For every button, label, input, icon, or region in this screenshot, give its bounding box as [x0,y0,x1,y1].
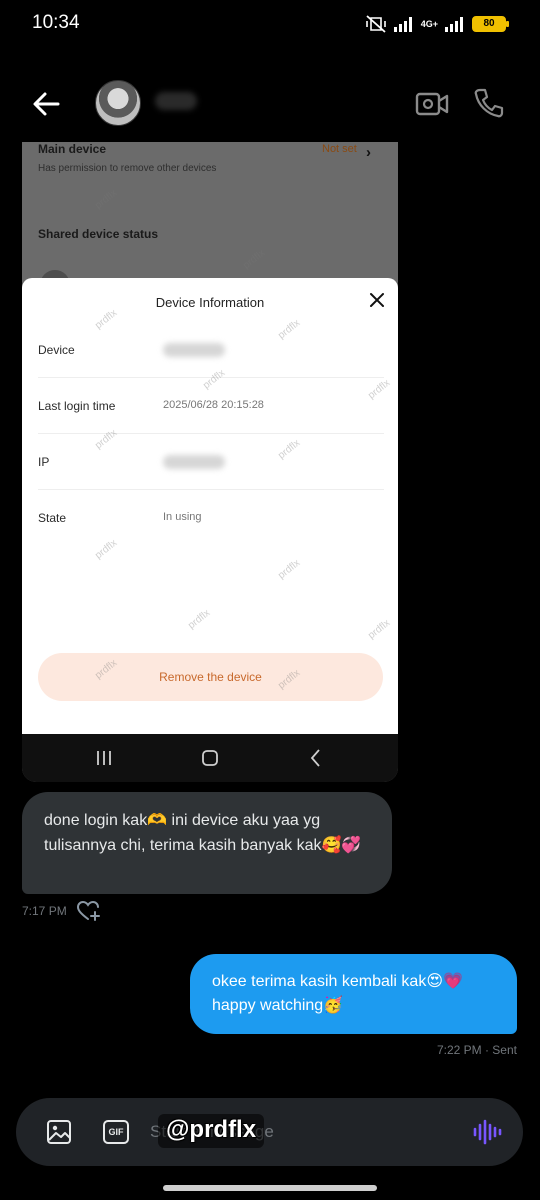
battery-icon: 80 [472,16,509,32]
row-value-blurred [163,343,225,357]
recents-icon [97,751,111,765]
android-nav-bar [22,734,398,782]
gif-button[interactable]: GIF [103,1120,129,1144]
status-icons: 4G+ 80 [365,14,509,34]
message-composer: GIF [16,1098,523,1166]
shared-device-status-label: Shared device status [38,227,159,241]
phone-call-icon[interactable] [472,86,506,120]
row-value: In using [163,511,202,523]
outgoing-message-bubble[interactable]: okee terima kasih kembali kak😍💗 happy wa… [190,954,517,1034]
dialog-title: Device Information [155,295,265,310]
signal-bars-icon [393,17,412,32]
add-reaction-heart-icon[interactable] [76,900,100,922]
contact-avatar[interactable] [95,80,141,126]
row-value: 2025/06/28 20:15:28 [163,399,264,411]
message-text: done login kak🫶 ini device aku yaa yg tu… [44,812,362,854]
image-icon[interactable] [46,1119,72,1145]
message-text: okee terima kasih kembali kak😍💗 happy wa… [212,973,463,1014]
row-label: State [38,511,67,525]
row-label: Device [38,343,75,357]
row-value-blurred [163,455,225,469]
back-arrow-icon[interactable] [28,86,64,122]
home-indicator[interactable] [163,1185,377,1191]
row-label: IP [38,455,50,469]
status-time: 10:34 [32,12,80,33]
main-device-subtitle: Has permission to remove other devices [38,163,217,174]
watermark-handle: @prdflx [158,1114,265,1148]
device-information-dialog: Device Information Device Last login tim… [22,278,398,734]
back-icon [310,749,320,767]
voice-message-icon[interactable] [472,1118,502,1146]
chat-header [0,72,540,134]
close-icon [370,293,384,307]
silent-vibrate-icon [365,15,386,33]
shared-screenshot-image[interactable]: Main device Has permission to remove oth… [22,142,398,782]
message-status: 7:22 PM · Sent [436,1043,517,1057]
main-device-label: Main device [38,142,107,156]
main-device-value: Not set [322,143,357,155]
home-icon [202,750,218,766]
video-call-icon[interactable] [414,88,450,120]
info-row-state: State In using [38,490,384,546]
contact-name-blurred[interactable] [155,92,197,110]
message-timestamp: 7:17 PM [22,904,67,918]
remove-device-button: Remove the device [38,653,383,701]
status-bar: 10:34 4G+ 80 [0,0,540,48]
row-label: Last login time [38,399,116,413]
info-row-device: Device [38,322,384,378]
info-row-ip: IP [38,434,384,490]
incoming-message-bubble[interactable]: done login kak🫶 ini device aku yaa yg tu… [22,792,392,894]
signal-bars-2-icon [445,17,463,32]
chevron-right-icon: › [366,144,371,161]
network-type: 4G+ [420,18,438,29]
